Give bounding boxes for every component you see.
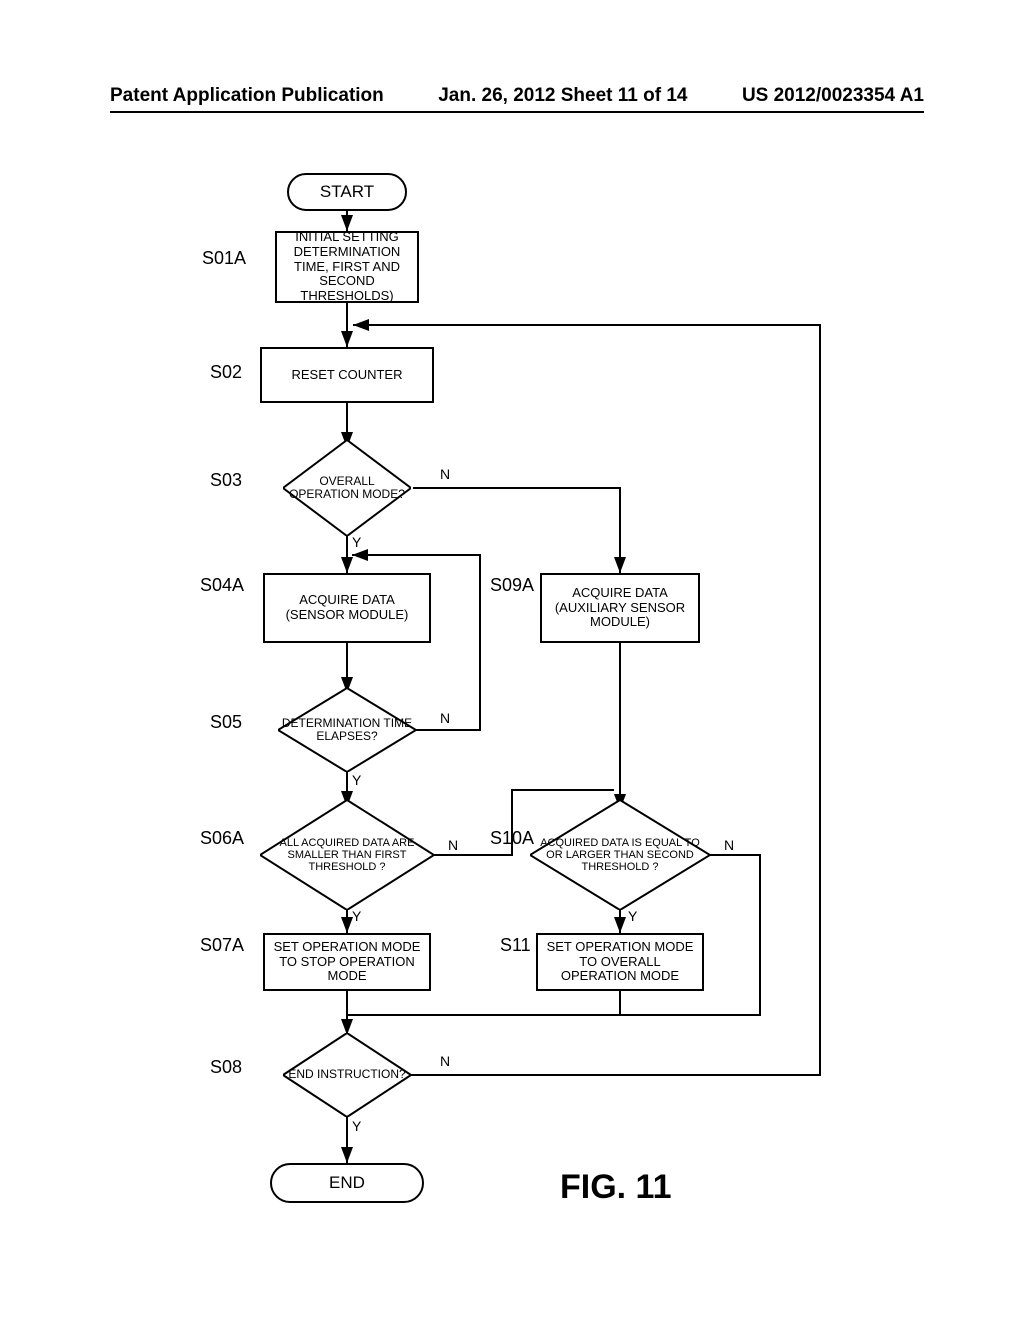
step-s10a: ACQUIRED DATA IS EQUAL TO OR LARGER THAN… [530, 800, 710, 910]
step-s05: DETERMINATION TIME ELAPSES? [278, 688, 416, 772]
step-s01a: INITIAL SETTING DETERMINATION TIME, FIRS… [275, 231, 419, 303]
step-s07a-text: SET OPERATION MODE TO STOP OPERATION MOD… [273, 940, 421, 985]
header-mid: Jan. 26, 2012 Sheet 11 of 14 [438, 85, 687, 107]
step-id-s11: S11 [500, 935, 531, 956]
step-id-s03: S03 [210, 470, 242, 491]
step-id-s02: S02 [210, 362, 242, 383]
step-s06a: ALL ACQUIRED DATA ARE SMALLER THAN FIRST… [260, 800, 434, 910]
step-s06a-text: ALL ACQUIRED DATA ARE SMALLER THAN FIRST… [262, 837, 432, 873]
step-s09a-text: ACQUIRE DATA (AUXILIARY SENSOR MODULE) [550, 586, 690, 631]
edge-s06a-y: Y [352, 908, 361, 924]
step-s09a: ACQUIRE DATA (AUXILIARY SENSOR MODULE) [540, 573, 700, 643]
step-id-s01a: S01A [202, 248, 246, 269]
step-s04a: ACQUIRE DATA (SENSOR MODULE) [263, 573, 431, 643]
edge-s10a-y: Y [628, 908, 637, 924]
step-s02: RESET COUNTER [260, 347, 434, 403]
step-s08-text: END INSTRUCTION? [288, 1068, 405, 1081]
step-s03: OVERALL OPERATION MODE? [283, 440, 411, 536]
edge-s10a-n: N [724, 837, 734, 853]
step-id-s07a: S07A [200, 935, 244, 956]
flowchart-connectors [0, 0, 1024, 1320]
edge-s08-n: N [440, 1053, 450, 1069]
edge-s05-n: N [440, 710, 450, 726]
end-label: END [329, 1173, 365, 1193]
step-s11-text: SET OPERATION MODE TO OVERALL OPERATION … [546, 940, 694, 985]
page-header: Patent Application Publication Jan. 26, … [110, 85, 924, 113]
step-s11: SET OPERATION MODE TO OVERALL OPERATION … [536, 933, 704, 991]
edge-s03-y: Y [352, 534, 361, 550]
page: Patent Application Publication Jan. 26, … [0, 0, 1024, 1320]
step-id-s08: S08 [210, 1057, 242, 1078]
step-id-s05: S05 [210, 712, 242, 733]
flow-start: START [287, 173, 407, 211]
step-s10a-text: ACQUIRED DATA IS EQUAL TO OR LARGER THAN… [532, 837, 708, 873]
step-s08: END INSTRUCTION? [283, 1033, 411, 1117]
step-s03-text: OVERALL OPERATION MODE? [285, 475, 409, 501]
edge-s03-n: N [440, 466, 450, 482]
step-id-s04a: S04A [200, 575, 244, 596]
edge-s05-y: Y [352, 772, 361, 788]
figure-label: FIG. 11 [560, 1168, 672, 1207]
start-label: START [320, 182, 374, 202]
flow-end: END [270, 1163, 424, 1203]
header-left: Patent Application Publication [110, 85, 384, 107]
step-s04a-text: ACQUIRE DATA (SENSOR MODULE) [273, 593, 421, 623]
step-s05-text: DETERMINATION TIME ELAPSES? [280, 717, 414, 743]
step-s01a-text: INITIAL SETTING DETERMINATION TIME, FIRS… [285, 230, 409, 305]
header-right: US 2012/0023354 A1 [742, 85, 924, 107]
step-s07a: SET OPERATION MODE TO STOP OPERATION MOD… [263, 933, 431, 991]
step-id-s10a: S10A [490, 828, 534, 849]
edge-s08-y: Y [352, 1118, 361, 1134]
edge-s06a-n: N [448, 837, 458, 853]
step-s02-text: RESET COUNTER [292, 368, 403, 383]
step-id-s09a: S09A [490, 575, 534, 596]
step-id-s06a: S06A [200, 828, 244, 849]
